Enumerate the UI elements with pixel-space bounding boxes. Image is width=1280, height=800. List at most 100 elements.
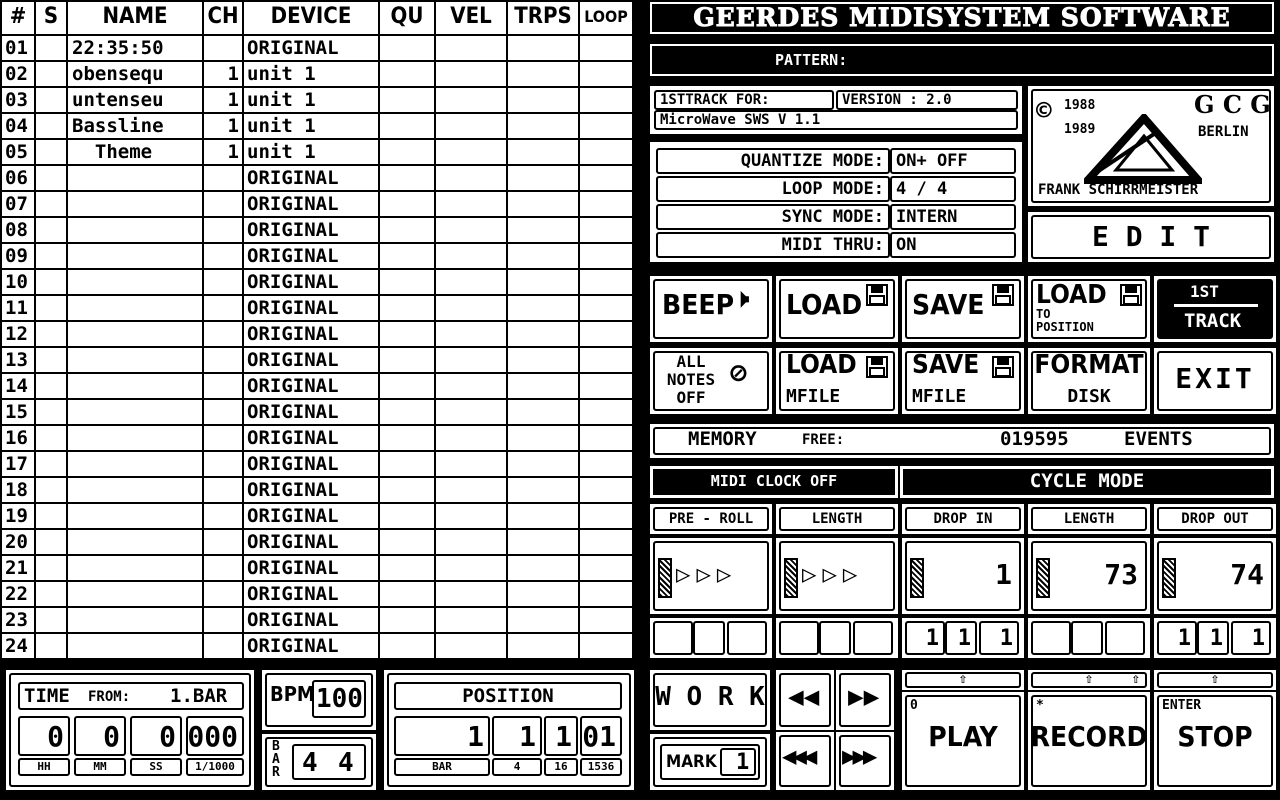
track-cell[interactable] [436, 114, 506, 138]
load-mfile-button[interactable]: LOAD MFILE [776, 348, 898, 414]
track-name[interactable] [68, 348, 202, 372]
track-device[interactable]: ORIGINAL [244, 478, 378, 502]
track-cell[interactable] [36, 504, 66, 528]
track-device[interactable]: ORIGINAL [244, 166, 378, 190]
track-name[interactable] [68, 374, 202, 398]
track-cell[interactable] [204, 166, 242, 190]
track-cell[interactable] [204, 348, 242, 372]
track-device[interactable]: ORIGINAL [244, 270, 378, 294]
track-cell[interactable] [436, 478, 506, 502]
fast-forward-fast-button[interactable]: ▶▶▶ [836, 732, 894, 790]
track-name[interactable] [68, 608, 202, 632]
track-cell[interactable] [380, 36, 434, 60]
track-cell[interactable] [508, 582, 578, 606]
track-cell[interactable] [36, 374, 66, 398]
track-cell[interactable] [380, 62, 434, 86]
track-cell[interactable] [204, 426, 242, 450]
track-number[interactable]: 05 [2, 140, 34, 164]
track-name[interactable] [68, 192, 202, 216]
play-button[interactable]: 0 PLAY [902, 692, 1024, 790]
position-value-field[interactable]: 01 [580, 716, 622, 756]
track-cell[interactable] [380, 140, 434, 164]
track-cell[interactable] [436, 36, 506, 60]
track-cell[interactable] [204, 478, 242, 502]
record-button[interactable]: * RECORD [1028, 692, 1150, 790]
time-value-field[interactable]: 0 [130, 716, 182, 756]
cycle-value-field[interactable]: 74 [1154, 538, 1276, 614]
track-cell[interactable] [204, 556, 242, 580]
track-cell[interactable] [580, 140, 632, 164]
track-cell[interactable] [380, 504, 434, 528]
track-cell[interactable] [436, 140, 506, 164]
track-number[interactable]: 17 [2, 452, 34, 476]
track-cell[interactable] [436, 504, 506, 528]
track-device[interactable]: ORIGINAL [244, 582, 378, 606]
track-cell[interactable] [204, 322, 242, 346]
save-mfile-button[interactable]: SAVE MFILE [902, 348, 1024, 414]
track-cell[interactable] [580, 530, 632, 554]
bar-value-field[interactable]: 4 4 [292, 744, 366, 780]
edit-button[interactable]: E D I T [1028, 212, 1274, 262]
track-cell[interactable] [380, 556, 434, 580]
cycle-sub-field[interactable] [1031, 621, 1071, 655]
track-cell[interactable] [508, 62, 578, 86]
track-cell[interactable] [380, 478, 434, 502]
time-value-field[interactable]: 000 [186, 716, 244, 756]
all-notes-off-button[interactable]: ALL NOTES OFF ⊘ [650, 348, 772, 414]
track-cell[interactable] [508, 166, 578, 190]
track-device[interactable]: unit 1 [244, 140, 378, 164]
track-cell[interactable] [508, 322, 578, 346]
cycle-sub-field[interactable] [1071, 621, 1103, 655]
cycle-value-field[interactable]: ▷▷▷ [650, 538, 772, 614]
beep-button[interactable]: BEEP 🕨 [650, 276, 772, 342]
track-number[interactable]: 13 [2, 348, 34, 372]
track-cell[interactable] [436, 400, 506, 424]
track-cell[interactable] [580, 166, 632, 190]
track-name[interactable] [68, 296, 202, 320]
track-cell[interactable] [580, 452, 632, 476]
track-cell[interactable] [436, 530, 506, 554]
track-cell[interactable] [580, 478, 632, 502]
track-cell[interactable] [204, 530, 242, 554]
track-number[interactable]: 24 [2, 634, 34, 658]
track-cell[interactable] [204, 244, 242, 268]
track-cell[interactable] [36, 218, 66, 242]
track-number[interactable]: 01 [2, 36, 34, 60]
track-cell[interactable] [508, 504, 578, 528]
track-cell[interactable] [436, 582, 506, 606]
track-cell[interactable] [204, 452, 242, 476]
track-cell[interactable] [580, 218, 632, 242]
track-name[interactable] [68, 322, 202, 346]
rewind-fast-button[interactable]: ◀◀◀ [776, 732, 834, 790]
track-cell[interactable] [508, 634, 578, 658]
track-cell[interactable] [436, 218, 506, 242]
track-cell[interactable] [508, 192, 578, 216]
track-cell[interactable] [508, 556, 578, 580]
track-cell[interactable] [436, 322, 506, 346]
track-cell[interactable] [36, 478, 66, 502]
work-button[interactable]: W O R K [650, 670, 770, 730]
track-device[interactable]: ORIGINAL [244, 244, 378, 268]
track-cell[interactable] [36, 400, 66, 424]
load-button[interactable]: LOAD [776, 276, 898, 342]
track-cell[interactable] [204, 634, 242, 658]
track-cell[interactable] [204, 36, 242, 60]
cycle-sub-field[interactable]: 1 [945, 621, 977, 655]
track-number[interactable]: 09 [2, 244, 34, 268]
track-cell[interactable] [436, 88, 506, 112]
track-cell[interactable] [508, 140, 578, 164]
track-cell[interactable] [580, 296, 632, 320]
track-cell[interactable] [36, 608, 66, 632]
track-cell[interactable] [36, 556, 66, 580]
track-cell[interactable] [508, 478, 578, 502]
track-name[interactable] [68, 634, 202, 658]
track-cell[interactable] [36, 582, 66, 606]
track-cell[interactable] [580, 322, 632, 346]
track-number[interactable]: 08 [2, 218, 34, 242]
track-number[interactable]: 15 [2, 400, 34, 424]
track-name[interactable]: Bassline [68, 114, 202, 138]
track-cell[interactable] [380, 88, 434, 112]
track-cell[interactable] [380, 270, 434, 294]
time-value-field[interactable]: 0 [18, 716, 70, 756]
track-device[interactable]: ORIGINAL [244, 426, 378, 450]
